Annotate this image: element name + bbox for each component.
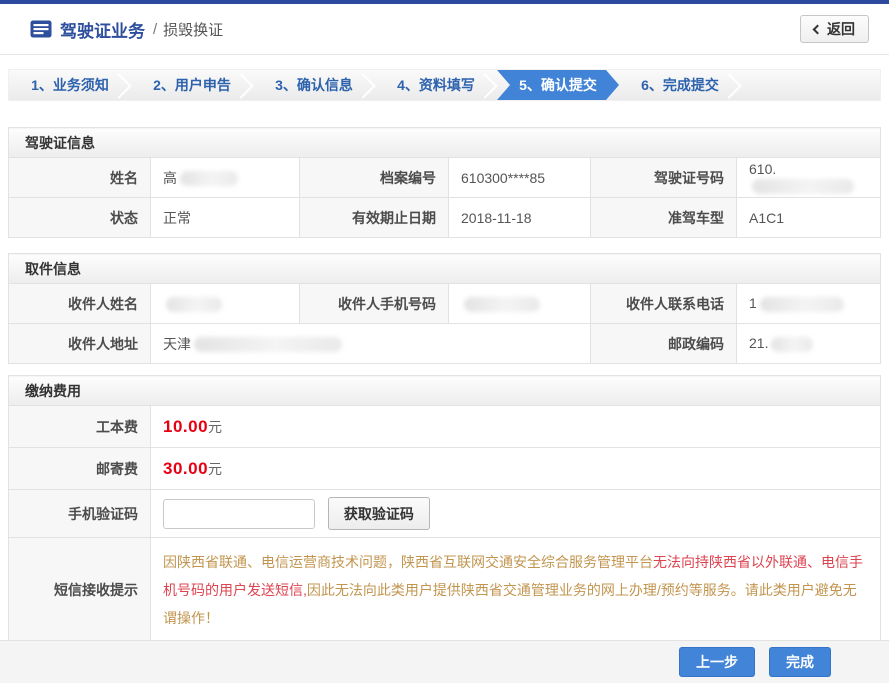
recipient-name-value [151, 284, 300, 324]
postage-fee-value: 30.00元 [151, 448, 881, 490]
table-row: 短信接收提示 因陕西省联通、电信运营商技术问题，陕西省互联网交通安全综合服务管理… [9, 538, 881, 643]
sms-notice-text: 因陕西省联通、电信运营商技术问题，陕西省互联网交通安全综合服务管理平台无法向持陕… [151, 538, 881, 643]
table-row: 邮寄费 30.00元 [9, 448, 881, 490]
masked-text [194, 337, 342, 352]
expiry-date-value: 2018-11-18 [449, 198, 591, 238]
table-row: 收件人地址 天津 邮政编码 21. [9, 324, 881, 364]
license-info-section: 驾驶证信息 姓名 高 档案编号 610300****85 驾驶证号码 610. … [8, 127, 881, 238]
payment-section-title: 缴纳费用 [9, 376, 881, 406]
step-wizard-filler [741, 70, 880, 100]
table-row: 手机验证码 获取验证码 [9, 490, 881, 538]
step-3-confirm-info: 3、确认信息 [253, 70, 375, 100]
finish-button[interactable]: 完成 [769, 647, 831, 677]
recipient-address-label: 收件人地址 [9, 324, 151, 364]
page-title: 驾驶证业务 [60, 17, 145, 42]
postal-code-value: 21. [737, 324, 881, 364]
recipient-name-label: 收件人姓名 [9, 284, 151, 324]
step-5-confirm-submit: 5、确认提交 [497, 70, 619, 100]
production-fee-value: 10.00元 [151, 406, 881, 448]
name-value: 高 [151, 158, 300, 198]
sms-code-label: 手机验证码 [9, 490, 151, 538]
get-sms-code-button[interactable]: 获取验证码 [328, 497, 430, 530]
payment-section: 缴纳费用 工本费 10.00元 邮寄费 30.00元 手机验证码 获取验证码 短… [8, 375, 881, 643]
masked-text [752, 179, 854, 194]
license-number-value: 610. [737, 158, 881, 198]
vehicle-class-value: A1C1 [737, 198, 881, 238]
masked-text [760, 297, 844, 312]
production-fee-amount: 10.00 [163, 417, 208, 436]
file-number-label: 档案编号 [300, 158, 449, 198]
table-row: 工本费 10.00元 [9, 406, 881, 448]
step-2-user-declaration: 2、用户申告 [131, 70, 253, 100]
recipient-mobile-label: 收件人手机号码 [300, 284, 449, 324]
postage-fee-unit: 元 [208, 461, 222, 477]
recipient-phone-label: 收件人联系电话 [591, 284, 737, 324]
license-menu-icon [30, 20, 52, 38]
postal-code-label: 邮政编码 [591, 324, 737, 364]
chevron-left-icon [813, 24, 823, 34]
sms-code-cell: 获取验证码 [151, 490, 881, 538]
table-row: 收件人姓名 收件人手机号码 收件人联系电话 1 [9, 284, 881, 324]
back-button[interactable]: 返回 [800, 15, 869, 43]
page: 驾驶证业务 / 损毁换证 返回 1、业务须知 2、用户申告 3、确认信息 4、资… [0, 0, 889, 683]
footer-action-bar: 上一步 完成 [0, 640, 889, 683]
production-fee-label: 工本费 [9, 406, 151, 448]
pickup-section-title: 取件信息 [9, 254, 881, 284]
pickup-info-section: 取件信息 收件人姓名 收件人手机号码 收件人联系电话 1 收件人地址 天津 邮政… [8, 253, 881, 364]
file-number-value: 610300****85 [449, 158, 591, 198]
recipient-phone-value: 1 [737, 284, 881, 324]
notice-text-part1: 因陕西省联通、电信运营商技术问题，陕西省互联网交通安全综合服务管理平台 [163, 554, 653, 570]
step-1-business-notice: 1、业务须知 [9, 70, 131, 100]
previous-step-button[interactable]: 上一步 [679, 647, 755, 677]
step-wizard: 1、业务须知 2、用户申告 3、确认信息 4、资料填写 5、确认提交 6、完成提… [8, 69, 881, 101]
masked-text [771, 337, 813, 352]
masked-text [180, 171, 238, 186]
status-value: 正常 [151, 198, 300, 238]
recipient-address-value: 天津 [151, 324, 591, 364]
sms-code-input[interactable] [163, 499, 315, 529]
page-header: 驾驶证业务 / 损毁换证 返回 [0, 4, 889, 55]
recipient-mobile-value [449, 284, 591, 324]
step-6-finish-submit: 6、完成提交 [619, 70, 741, 100]
sms-notice-label: 短信接收提示 [9, 538, 151, 643]
vehicle-class-label: 准驾车型 [591, 198, 737, 238]
breadcrumb-current: 损毁换证 [163, 19, 223, 40]
masked-text [464, 297, 540, 312]
name-label: 姓名 [9, 158, 151, 198]
table-row: 姓名 高 档案编号 610300****85 驾驶证号码 610. [9, 158, 881, 198]
step-4-fill-data: 4、资料填写 [375, 70, 497, 100]
masked-text [166, 297, 222, 312]
status-label: 状态 [9, 198, 151, 238]
table-row: 状态 正常 有效期止日期 2018-11-18 准驾车型 A1C1 [9, 198, 881, 238]
breadcrumb-separator: / [153, 21, 157, 38]
postage-fee-amount: 30.00 [163, 459, 208, 478]
license-number-label: 驾驶证号码 [591, 158, 737, 198]
expiry-date-label: 有效期止日期 [300, 198, 449, 238]
back-button-label: 返回 [827, 19, 855, 39]
license-section-title: 驾驶证信息 [9, 128, 881, 158]
production-fee-unit: 元 [208, 419, 222, 435]
postage-fee-label: 邮寄费 [9, 448, 151, 490]
